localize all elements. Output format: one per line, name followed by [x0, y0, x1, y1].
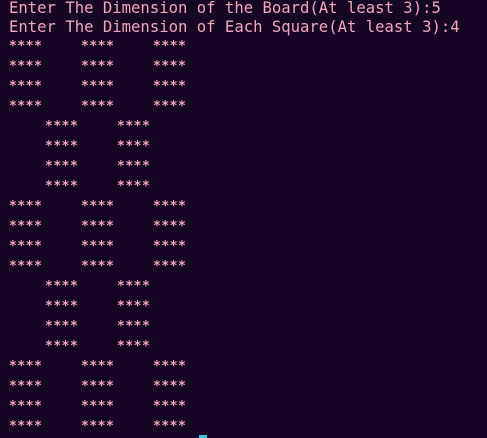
board-cell: **** — [81, 399, 115, 414]
board-cell: **** — [9, 219, 43, 234]
board-row: **** **** — [0, 317, 487, 337]
board-cell: **** — [9, 259, 43, 274]
board-cell: **** — [153, 59, 187, 74]
board-cell: **** — [153, 259, 187, 274]
board-cell: **** — [81, 379, 115, 394]
board-row: **** **** **** — [0, 417, 487, 437]
board-cell: **** — [117, 159, 151, 174]
board-cell: **** — [45, 279, 79, 294]
board-cell: **** — [9, 359, 43, 374]
board-cell: **** — [153, 39, 187, 54]
square-dimension-answer: 4 — [450, 18, 460, 36]
board-cell: **** — [45, 299, 79, 314]
board-cell: **** — [45, 119, 79, 134]
board-cell: **** — [81, 39, 115, 54]
board-cell: **** — [81, 59, 115, 74]
board-cell: **** — [117, 179, 151, 194]
board-cell: **** — [81, 239, 115, 254]
board-cell: **** — [117, 339, 151, 354]
board-row: **** **** **** — [0, 197, 487, 217]
board-row: **** **** **** — [0, 77, 487, 97]
board-cell: **** — [9, 199, 43, 214]
board-cell: **** — [81, 99, 115, 114]
board-dimension-prompt-text: Enter The Dimension of the Board(At leas… — [9, 0, 432, 17]
board-row: **** **** — [0, 337, 487, 357]
board-cell: **** — [117, 139, 151, 154]
board-cell: **** — [153, 99, 187, 114]
board-cell: **** — [81, 419, 115, 434]
board-cell: **** — [45, 159, 79, 174]
board-row: **** **** — [0, 117, 487, 137]
board-cell: **** — [9, 39, 43, 54]
board-dimension-prompt: Enter The Dimension of the Board(At leas… — [9, 0, 441, 18]
board-cell: **** — [45, 319, 79, 334]
board-cell: **** — [9, 79, 43, 94]
terminal-window[interactable]: Enter The Dimension of the Board(At leas… — [0, 0, 487, 438]
board-cell: **** — [81, 199, 115, 214]
checkerboard-output: **** **** **** **** **** **** **** **** **** ****… — [0, 37, 487, 437]
board-cell: **** — [153, 199, 187, 214]
board-row: **** **** **** — [0, 237, 487, 257]
board-cell: **** — [153, 359, 187, 374]
board-row: **** **** **** — [0, 217, 487, 237]
board-cell: **** — [117, 279, 151, 294]
board-row: **** **** — [0, 177, 487, 197]
board-cell: **** — [45, 139, 79, 154]
board-cell: **** — [9, 379, 43, 394]
board-cell: **** — [153, 379, 187, 394]
board-cell: **** — [153, 399, 187, 414]
board-row: **** **** — [0, 137, 487, 157]
board-cell: **** — [9, 99, 43, 114]
board-row: **** **** **** — [0, 257, 487, 277]
board-cell: **** — [81, 259, 115, 274]
board-cell: **** — [45, 339, 79, 354]
board-row: **** **** **** — [0, 357, 487, 377]
board-row: **** **** — [0, 157, 487, 177]
board-cell: **** — [9, 59, 43, 74]
board-cell: **** — [117, 119, 151, 134]
board-row: **** **** — [0, 277, 487, 297]
square-dimension-prompt: Enter The Dimension of Each Square(At le… — [9, 17, 460, 37]
board-row: **** **** **** — [0, 397, 487, 417]
board-cell: **** — [153, 79, 187, 94]
board-cell: **** — [9, 239, 43, 254]
board-cell: **** — [117, 319, 151, 334]
board-row: **** **** **** — [0, 97, 487, 117]
board-cell: **** — [153, 419, 187, 434]
board-cell: **** — [81, 359, 115, 374]
board-row: **** **** **** — [0, 57, 487, 77]
board-cell: **** — [9, 419, 43, 434]
board-cell: **** — [153, 239, 187, 254]
board-dimension-answer: 5 — [431, 0, 441, 17]
board-row: **** **** **** — [0, 377, 487, 397]
board-cell: **** — [153, 219, 187, 234]
board-cell: **** — [45, 179, 79, 194]
board-cell: **** — [81, 79, 115, 94]
board-row: **** **** — [0, 297, 487, 317]
board-row: **** **** **** — [0, 37, 487, 57]
board-cell: **** — [81, 219, 115, 234]
board-cell: **** — [117, 299, 151, 314]
board-cell: **** — [9, 399, 43, 414]
square-dimension-prompt-text: Enter The Dimension of Each Square(At le… — [9, 18, 451, 36]
